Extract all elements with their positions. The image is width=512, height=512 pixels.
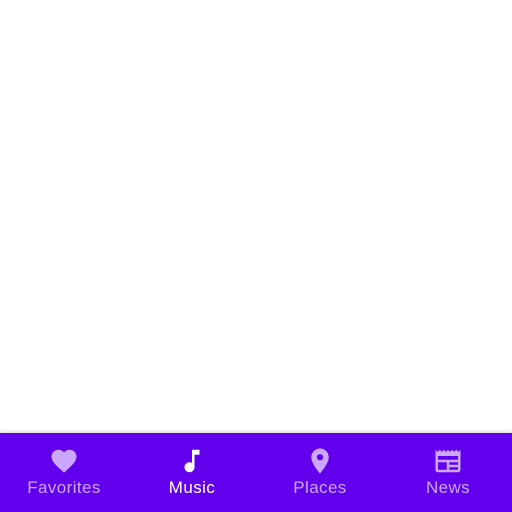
nav-item-music[interactable]: Music <box>128 433 256 512</box>
nav-label-favorites: Favorites <box>27 478 101 497</box>
nav-label-places: Places <box>293 478 347 497</box>
heart-icon <box>49 446 79 476</box>
nav-item-places[interactable]: Places <box>256 433 384 512</box>
nav-label-news: News <box>425 478 471 497</box>
nav-item-favorites[interactable]: Favorites <box>0 433 128 512</box>
app-window: Favorites Music Places News <box>0 0 512 512</box>
content-area <box>0 0 512 433</box>
newspaper-icon <box>433 446 463 476</box>
nav-item-news[interactable]: News <box>384 433 512 512</box>
music-note-icon <box>177 446 207 476</box>
location-pin-icon <box>305 446 335 476</box>
nav-label-music: Music <box>168 478 216 497</box>
bottom-navigation-bar: Favorites Music Places News <box>0 433 512 512</box>
